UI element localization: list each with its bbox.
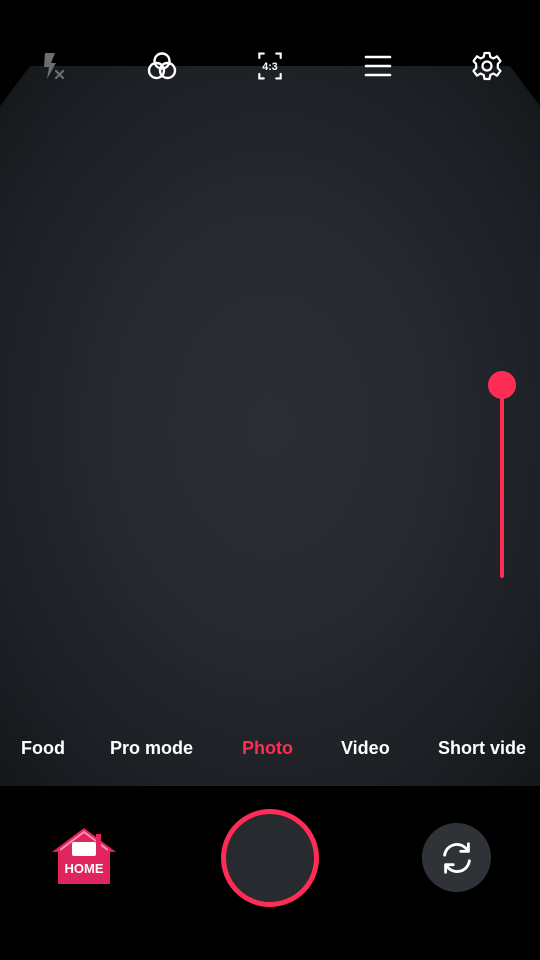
switch-camera-icon xyxy=(442,841,471,874)
mode-photo[interactable]: Photo xyxy=(242,728,293,768)
zoom-slider-handle[interactable] xyxy=(488,371,516,399)
home-button[interactable]: HOME xyxy=(48,826,120,888)
menu-icon[interactable] xyxy=(360,48,396,84)
filters-icon[interactable] xyxy=(144,48,180,84)
mode-pro[interactable]: Pro mode xyxy=(110,728,193,768)
aspect-ratio-label: 4:3 xyxy=(262,61,277,73)
menu-icon-graphic xyxy=(364,55,392,77)
flash-off-icon-graphic xyxy=(44,53,65,80)
gear-icon[interactable] xyxy=(469,48,505,84)
mode-selector: Food Pro mode Photo Video Short vide xyxy=(0,728,540,768)
home-icon: HOME xyxy=(52,828,116,884)
filters-icon-graphic xyxy=(147,52,177,80)
aspect-ratio-icon-graphic: 4:3 xyxy=(258,52,282,80)
home-label: HOME xyxy=(65,861,104,876)
camera-screen: 4:3 Food Pro mode Photo Video Short vide xyxy=(0,0,540,960)
flash-off-icon[interactable] xyxy=(34,48,70,84)
zoom-slider-track[interactable] xyxy=(500,386,504,578)
shutter-button[interactable] xyxy=(221,809,319,907)
mode-food[interactable]: Food xyxy=(21,728,65,768)
bottom-controls: HOME xyxy=(0,786,540,960)
switch-camera-button[interactable] xyxy=(422,823,491,892)
gear-icon-graphic xyxy=(472,51,502,81)
mode-short-video[interactable]: Short vide xyxy=(438,728,526,768)
top-toolbar: 4:3 xyxy=(0,36,540,96)
mode-video[interactable]: Video xyxy=(341,728,390,768)
aspect-ratio-icon[interactable]: 4:3 xyxy=(252,48,288,84)
viewfinder[interactable] xyxy=(0,66,540,786)
